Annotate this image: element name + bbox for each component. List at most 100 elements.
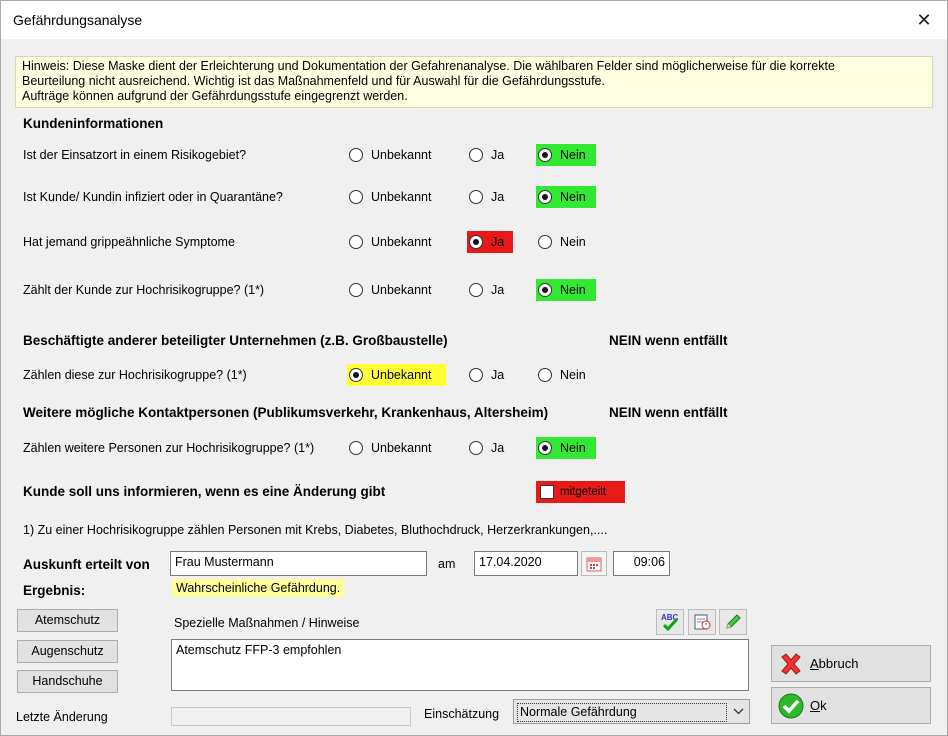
q3-yes-option[interactable]: Ja (467, 231, 513, 253)
q4-unknown-option[interactable]: Unbekannt (347, 279, 431, 301)
option-label: Nein (560, 190, 586, 204)
radio-icon[interactable] (469, 441, 483, 455)
time-input[interactable]: 09:06 (613, 551, 670, 576)
q3-no-option[interactable]: Nein (536, 231, 586, 253)
checkbox-icon[interactable] (540, 485, 554, 499)
q2-unknown-option[interactable]: Unbekannt (347, 186, 431, 208)
measures-label: Spezielle Maßnahmen / Hinweise (174, 616, 360, 630)
q2-no-option[interactable]: Nein (536, 186, 596, 208)
calendar-button[interactable] (581, 551, 607, 576)
q6-unknown-option[interactable]: Unbekannt (347, 437, 431, 459)
employees-note: NEIN wenn entfällt (609, 333, 728, 348)
contacts-heading: Weitere mögliche Kontaktpersonen (Publik… (23, 405, 549, 420)
result-value: Wahrscheinliche Gefährdung. (172, 579, 345, 597)
info-label: Auskunft erteilt von (23, 557, 150, 572)
q1-yes-option[interactable]: Ja (467, 144, 504, 166)
q5-yes-option[interactable]: Ja (467, 364, 504, 386)
atemschutz-button[interactable]: Atemschutz (17, 609, 118, 632)
measures-textarea[interactable]: Atemschutz FFP-3 empfohlen (171, 639, 749, 691)
radio-selected-icon[interactable] (538, 441, 552, 455)
option-label: Unbekannt (371, 368, 432, 382)
ok-label: Ok (810, 698, 827, 713)
question-contacts-high-risk: Zählen weitere Personen zur Hochrisikogr… (23, 441, 315, 455)
ok-accesskey: O (810, 698, 821, 713)
radio-icon[interactable] (469, 368, 483, 382)
hint-box: Hinweis: Diese Maske dient der Erleichte… (15, 56, 933, 108)
handschuhe-button[interactable]: Handschuhe (17, 670, 118, 693)
radio-icon[interactable] (349, 441, 363, 455)
radio-selected-icon[interactable] (469, 235, 483, 249)
inform-checkbox[interactable]: mitgeteilt (536, 481, 625, 503)
q5-no-option[interactable]: Nein (536, 364, 586, 386)
ok-button[interactable]: Ok (771, 687, 931, 724)
employees-heading: Beschäftigte anderer beteiligter Unterne… (23, 333, 448, 348)
radio-icon[interactable] (349, 190, 363, 204)
checkbox-label: mitgeteilt (560, 486, 607, 498)
ok-label-rest: k (820, 698, 827, 713)
date-input[interactable]: 17.04.2020 (474, 551, 578, 576)
question-risk-area: Ist der Einsatzort in einem Risikogebiet… (23, 148, 247, 162)
info-name-input[interactable]: Frau Mustermann (170, 551, 427, 576)
spellcheck-button[interactable]: ABC (656, 609, 684, 635)
assessment-value: Normale Gefährdung (517, 703, 727, 722)
radio-selected-icon[interactable] (538, 148, 552, 162)
notes-icon (694, 614, 711, 630)
question-symptoms: Hat jemand grippeähnliche Symptome (23, 235, 235, 249)
option-label: Ja (491, 148, 505, 162)
radio-icon[interactable] (469, 283, 483, 297)
q4-no-option[interactable]: Nein (536, 279, 596, 301)
radio-icon[interactable] (349, 283, 363, 297)
last-change-label: Letzte Änderung (16, 710, 108, 724)
customer-heading: Kundeninformationen (23, 116, 164, 131)
pencil-icon (726, 614, 741, 629)
q4-yes-option[interactable]: Ja (467, 279, 504, 301)
edit-button[interactable] (719, 609, 747, 635)
radio-icon[interactable] (538, 368, 552, 382)
close-icon[interactable]: ✕ (901, 1, 947, 39)
option-label: Unbekannt (371, 283, 432, 297)
question-employees-high-risk: Zählen diese zur Hochrisikogruppe? (1*) (23, 368, 247, 382)
chevron-down-icon (733, 708, 744, 715)
assessment-label: Einschätzung (424, 707, 500, 721)
option-label: Nein (560, 368, 586, 382)
q6-no-option[interactable]: Nein (536, 437, 596, 459)
abbruch-label: Abbruch (810, 656, 858, 671)
radio-selected-icon[interactable] (538, 190, 552, 204)
last-change-field (171, 707, 411, 726)
footnote: 1) Zu einer Hochrisikogruppe zählen Pers… (23, 523, 608, 537)
date-label: am (438, 557, 456, 571)
abbruch-button[interactable]: Abbruch (771, 645, 931, 682)
option-label: Ja (491, 368, 505, 382)
q1-unknown-option[interactable]: Unbekannt (347, 144, 431, 166)
radio-selected-icon[interactable] (538, 283, 552, 297)
ok-check-icon (778, 693, 804, 718)
q6-yes-option[interactable]: Ja (467, 437, 504, 459)
radio-icon[interactable] (469, 190, 483, 204)
q3-unknown-option[interactable]: Unbekannt (347, 231, 431, 253)
option-label: Nein (560, 148, 586, 162)
window-title: Gefährdungsanalyse (13, 12, 143, 28)
radio-selected-icon[interactable] (349, 368, 363, 382)
radio-icon[interactable] (469, 148, 483, 162)
window-frame (0, 38, 948, 736)
calendar-icon (586, 557, 602, 571)
augenschutz-button[interactable]: Augenschutz (17, 640, 118, 663)
contacts-note: NEIN wenn entfällt (609, 405, 728, 420)
abbruch-label-rest: bbruch (818, 656, 859, 671)
option-label: Unbekannt (371, 441, 432, 455)
q5-unknown-option[interactable]: Unbekannt (347, 364, 446, 386)
cancel-icon (781, 652, 801, 675)
radio-icon[interactable] (349, 235, 363, 249)
q1-no-option[interactable]: Nein (536, 144, 596, 166)
radio-icon[interactable] (538, 235, 552, 249)
radio-icon[interactable] (349, 148, 363, 162)
assessment-select[interactable]: Normale Gefährdung (513, 699, 750, 724)
q2-yes-option[interactable]: Ja (467, 186, 504, 208)
spellcheck-icon: ABC (661, 613, 679, 632)
inform-label: Kunde soll uns informieren, wenn es eine… (23, 484, 386, 499)
notes-button[interactable] (688, 609, 716, 635)
question-high-risk: Zählt der Kunde zur Hochrisikogruppe? (1… (23, 283, 265, 297)
abbruch-accesskey: A (810, 656, 819, 671)
option-label: Ja (491, 441, 505, 455)
option-label: Ja (491, 190, 505, 204)
